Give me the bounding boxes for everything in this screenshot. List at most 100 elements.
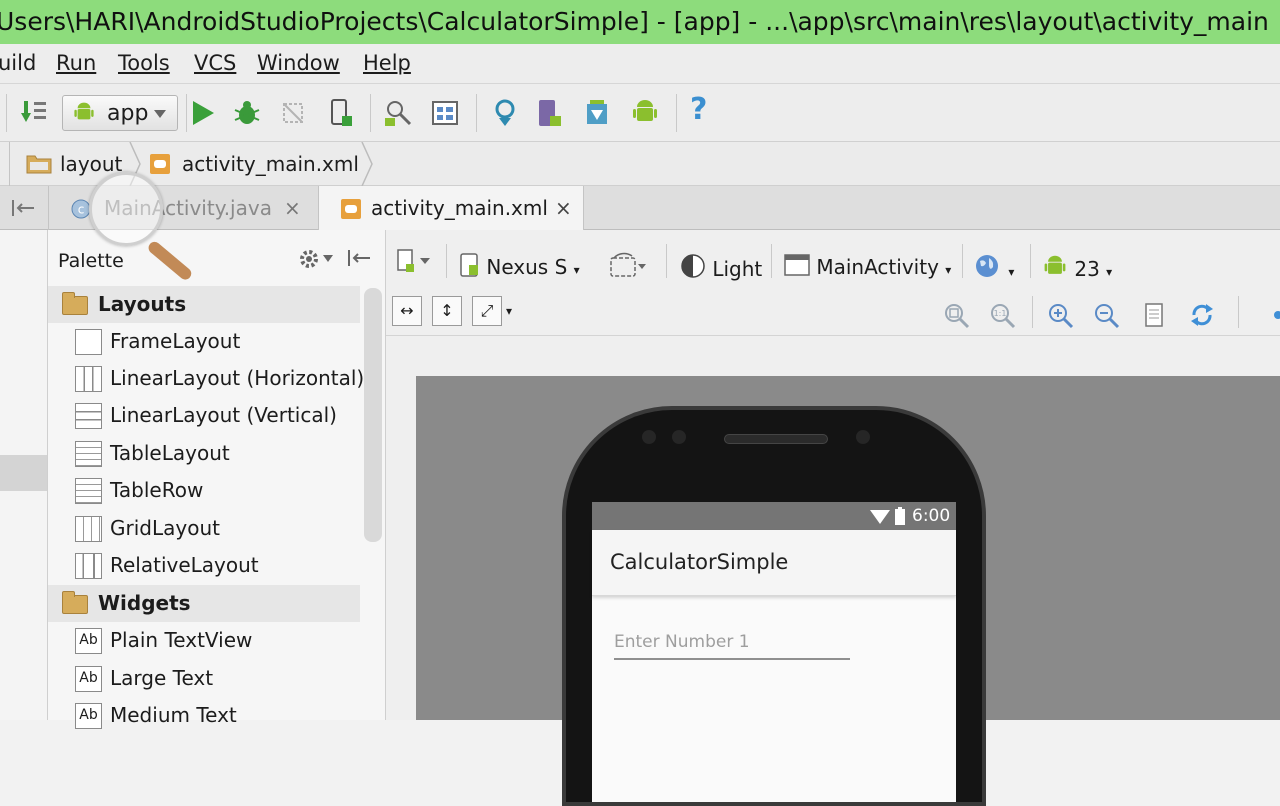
zoom-to-fit-icon[interactable]	[942, 301, 970, 329]
palette-item-tablerow[interactable]: TableRow	[48, 472, 360, 509]
palette-item-plain-textview[interactable]: Ab Plain TextView	[48, 622, 360, 659]
toolbar-separator	[370, 94, 371, 132]
palette-scrollbar[interactable]	[364, 288, 382, 542]
number-input-1[interactable]: Enter Number 1	[614, 626, 850, 660]
android-icon	[1044, 255, 1066, 274]
palette-item-label: Large Text	[110, 666, 214, 690]
menu-window[interactable]: Window	[257, 51, 340, 75]
device-screen[interactable]: 6:00 CalculatorSimple Enter Number 1	[592, 502, 956, 802]
palette-group-widgets[interactable]: Widgets	[48, 585, 360, 622]
avd-manager-icon[interactable]	[534, 98, 564, 128]
design-surface-icon[interactable]	[396, 248, 432, 276]
tablerow-icon	[75, 478, 102, 504]
device-selector[interactable]: Nexus S ▾	[458, 250, 580, 279]
tab-label: activity_main.xml	[371, 196, 548, 220]
palette-item-label: FrameLayout	[110, 329, 241, 353]
linearlayout-horizontal-icon	[75, 366, 102, 392]
magnifier-cursor-icon	[89, 172, 163, 246]
sensor-dot	[642, 430, 656, 444]
wifi-icon	[870, 510, 890, 524]
menu-tools[interactable]: Tools	[118, 51, 170, 75]
window-title: Users\HARI\AndroidStudioProjects\Calcula…	[0, 7, 1269, 36]
tab-close-icon[interactable]: ×	[284, 186, 301, 230]
palette-item-large-text[interactable]: Ab Large Text	[48, 660, 360, 697]
device-monitor-icon[interactable]	[384, 98, 414, 128]
breadcrumb-edge	[0, 142, 10, 186]
designer-toolbar: Nexus S ▾ Light MainActivity ▾ ▾ 23 ▾	[386, 236, 1280, 286]
design-canvas[interactable]: 6:00 CalculatorSimple Enter Number 1	[416, 376, 1280, 806]
theme-selector[interactable]: Light	[680, 250, 762, 281]
palette-item-medium-text[interactable]: Ab Medium Text	[48, 697, 360, 734]
tab-close-icon[interactable]: ×	[555, 186, 572, 230]
android-monitor-icon[interactable]	[630, 98, 660, 128]
palette-item-gridlayout[interactable]: GridLayout	[48, 510, 360, 547]
palette-group-layouts[interactable]: Layouts	[48, 286, 360, 323]
battery-icon	[895, 507, 905, 525]
menu-build[interactable]: uild	[0, 51, 36, 75]
app-title: CalculatorSimple	[610, 550, 789, 574]
menu-help[interactable]: Help	[363, 51, 411, 75]
refresh-icon[interactable]	[1188, 301, 1216, 329]
orientation-selector[interactable]	[608, 250, 646, 285]
menu-run[interactable]: Run	[56, 51, 96, 75]
gear-icon[interactable]	[298, 248, 320, 270]
designer-zoom-toolbar: ↔ ↕ ⤢ ▾ 1:1	[386, 286, 1280, 336]
sync-gradle-icon[interactable]	[490, 98, 520, 128]
expand-horizontal-icon[interactable]: ↔	[392, 296, 422, 326]
rotate-device-icon	[610, 252, 646, 277]
window-title-bar: Users\HARI\AndroidStudioProjects\Calcula…	[0, 0, 1280, 44]
zoom-in-icon[interactable]	[1046, 301, 1074, 329]
apply-changes-icon[interactable]	[326, 98, 356, 128]
menu-vcs[interactable]: VCS	[194, 51, 236, 75]
hide-panel-icon[interactable]	[10, 198, 36, 218]
attach-debugger-icon[interactable]	[278, 98, 308, 128]
locale-selector[interactable]: ▾	[974, 250, 1014, 281]
toolbar-separator	[666, 244, 667, 278]
palette-item-label: LinearLayout (Vertical)	[110, 403, 337, 427]
palette-item-label: TableLayout	[110, 441, 230, 465]
textview-icon: Ab	[75, 628, 102, 654]
project-structure-icon[interactable]	[430, 98, 460, 128]
palette-item-tablelayout[interactable]: TableLayout	[48, 435, 360, 472]
globe-icon	[976, 255, 998, 277]
palette-item-framelayout[interactable]: FrameLayout	[48, 323, 360, 360]
toolbar-separator	[446, 244, 447, 278]
fit-icon[interactable]: ⤢	[472, 296, 502, 326]
sensor-dot	[672, 430, 686, 444]
palette-item-linearlayout-vertical[interactable]: LinearLayout (Vertical)	[48, 397, 360, 434]
palette-item-linearlayout-horizontal[interactable]: LinearLayout (Horizontal)	[48, 360, 364, 397]
capture-screenshot-icon[interactable]	[1140, 301, 1168, 329]
run-icon[interactable]	[188, 98, 218, 128]
debug-icon[interactable]	[232, 98, 262, 128]
palette-item-relativelayout[interactable]: RelativeLayout	[48, 547, 360, 584]
help-icon[interactable]: ?	[690, 92, 720, 127]
expand-vertical-icon[interactable]: ↕	[432, 296, 462, 326]
zoom-out-icon[interactable]	[1092, 301, 1120, 329]
chevron-down-icon[interactable]: ▾	[506, 304, 512, 318]
more-options-icon[interactable]	[1270, 301, 1280, 329]
sdk-manager-icon[interactable]	[582, 98, 612, 128]
linearlayout-vertical-icon	[75, 403, 102, 429]
toolbar-separator	[1030, 244, 1031, 278]
tab-activity-main-xml[interactable]: activity_main.xml ×	[318, 186, 584, 230]
breadcrumb-layout[interactable]: layout	[60, 152, 122, 176]
run-configuration-dropdown[interactable]: app	[62, 95, 178, 131]
api-level-selector[interactable]: 23 ▾	[1042, 250, 1112, 281]
tab-divider	[48, 186, 49, 230]
theme-icon	[681, 254, 705, 278]
chevron-down-icon: ▾	[573, 263, 580, 277]
hide-panel-icon[interactable]	[346, 248, 372, 268]
activity-icon	[784, 254, 810, 276]
make-project-icon[interactable]	[20, 98, 50, 128]
toolbar-separator	[186, 94, 187, 132]
palette-panel: Palette Layouts FrameLayout LinearLayout…	[48, 230, 386, 729]
gutter-selected-item[interactable]	[0, 455, 47, 491]
palette-item-label: Plain TextView	[110, 628, 253, 652]
breadcrumb-activity-main[interactable]: activity_main.xml	[182, 152, 359, 176]
chevron-down-icon[interactable]	[323, 255, 333, 263]
zoom-actual-icon[interactable]: 1:1	[988, 301, 1016, 329]
palette-item-label: Medium Text	[110, 703, 237, 727]
activity-selector[interactable]: MainActivity ▾	[784, 250, 951, 279]
activity-name: MainActivity	[816, 255, 939, 279]
status-time: 6:00	[912, 506, 951, 526]
